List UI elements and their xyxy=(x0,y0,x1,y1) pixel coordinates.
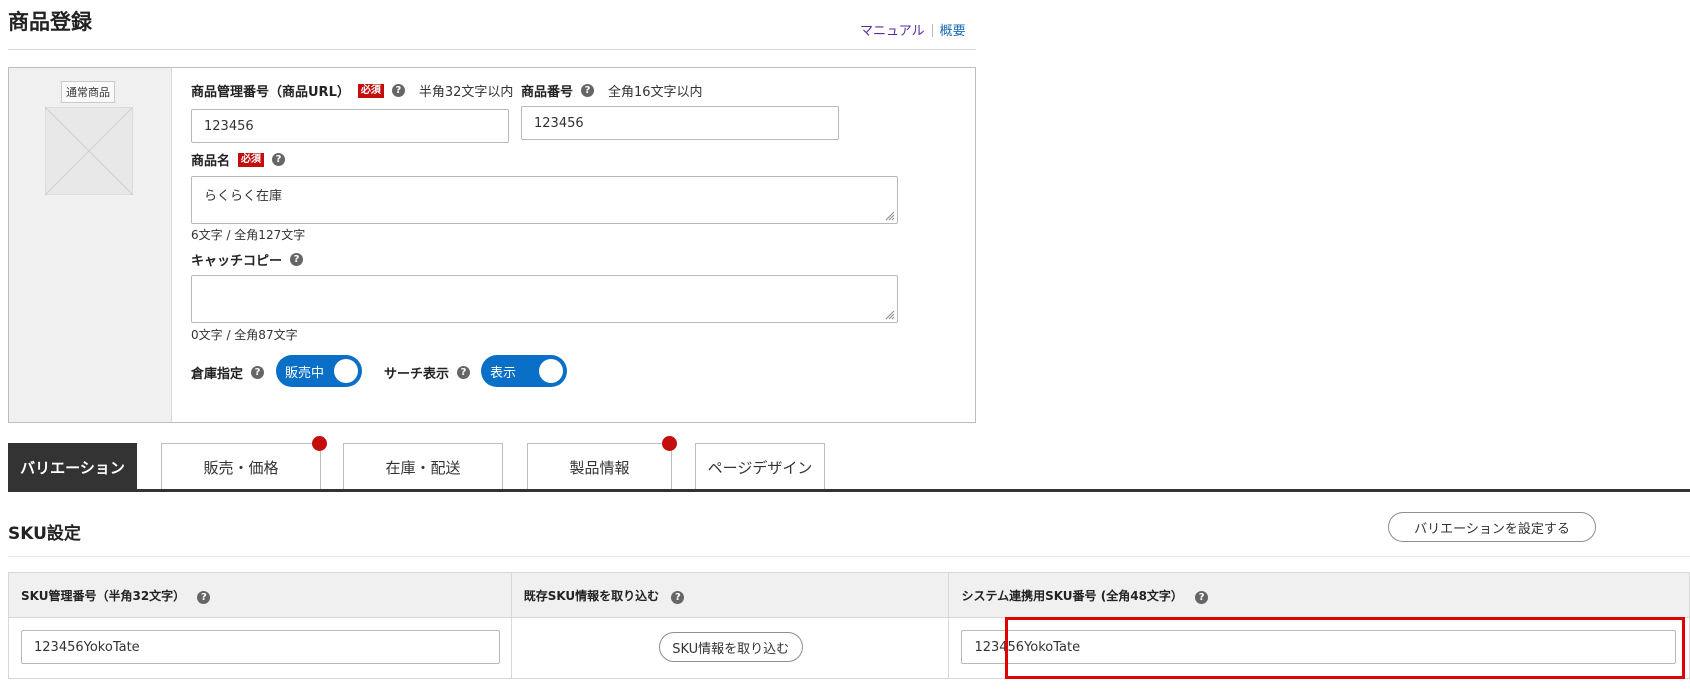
help-icon[interactable]: ? xyxy=(272,153,286,166)
tab-label: 在庫・配送 xyxy=(385,459,461,477)
mgmt-number-label-row: 商品管理番号（商品URL） 必須 ? 半角32文字以内 xyxy=(191,81,513,100)
help-icon[interactable]: ? xyxy=(1195,590,1209,604)
highlight-box xyxy=(1005,617,1685,679)
tabs-divider xyxy=(8,489,1690,492)
sku-divider xyxy=(8,556,1690,557)
toggle-knob xyxy=(334,359,358,383)
required-badge: 必須 xyxy=(238,152,265,167)
catch-copy-label-row: キャッチコピー ? xyxy=(191,250,304,269)
help-icon[interactable]: ? xyxy=(290,253,304,266)
help-icon[interactable]: ? xyxy=(671,590,685,604)
warehouse-label-row: 倉庫指定 ? xyxy=(191,363,265,382)
toggle-knob xyxy=(539,359,563,383)
resize-grip-icon[interactable] xyxy=(885,310,895,320)
tab-label: 製品情報 xyxy=(569,459,630,477)
table-cell: 123456YokoTate xyxy=(8,617,512,679)
help-icon[interactable]: ? xyxy=(251,366,265,379)
product-name-textarea[interactable]: らくらく在庫 xyxy=(191,176,898,224)
link-separator xyxy=(931,24,933,37)
search-display-toggle[interactable]: 表示 xyxy=(481,355,567,387)
product-name-value: らくらく在庫 xyxy=(204,189,283,204)
catch-copy-counter: 0文字 / 全角87文字 xyxy=(191,328,298,342)
title-divider xyxy=(8,49,976,50)
sku-section-title: SKU設定 xyxy=(8,524,81,544)
product-name-label: 商品名 xyxy=(191,154,231,169)
page-title: 商品登録 xyxy=(8,10,92,34)
resize-grip-icon[interactable] xyxy=(885,211,895,221)
image-placeholder-icon[interactable] xyxy=(45,107,133,195)
tab-page-design[interactable]: ページデザイン xyxy=(695,443,825,491)
tab-variation[interactable]: バリエーション xyxy=(8,443,137,491)
warehouse-toggle-label: 販売中 xyxy=(285,365,325,381)
table-header-row: SKU管理番号（半角32文字） ? 既存SKU情報を取り込む ? システム連携用… xyxy=(8,572,1690,618)
column-header: システム連携用SKU番号 (全角48文字） ? xyxy=(948,572,1690,618)
item-number-input[interactable]: 123456 xyxy=(521,106,839,140)
tab-product-info[interactable]: 製品情報 xyxy=(527,443,672,491)
product-name-counter: 6文字 / 全角127文字 xyxy=(191,228,306,242)
overview-link[interactable]: 概要 xyxy=(940,24,966,39)
set-variation-button[interactable]: バリエーションを設定する xyxy=(1388,512,1596,542)
item-number-label: 商品番号 xyxy=(521,85,574,100)
item-number-value: 123456 xyxy=(534,115,584,131)
item-number-label-row: 商品番号 ? 全角16文字以内 xyxy=(521,81,703,100)
tab-label: 販売・価格 xyxy=(203,459,279,477)
warehouse-label: 倉庫指定 xyxy=(191,367,244,382)
help-icon[interactable]: ? xyxy=(197,590,211,604)
import-sku-button[interactable]: SKU情報を取り込む xyxy=(658,632,803,662)
tab-label: バリエーション xyxy=(20,459,125,477)
catch-copy-textarea[interactable] xyxy=(191,275,898,323)
tab-sales-price[interactable]: 販売・価格 xyxy=(161,443,321,491)
catch-copy-label: キャッチコピー xyxy=(191,254,283,269)
product-info-panel: 通常商品 商品管理番号（商品URL） 必須 ? 半角32文字以内 123456 … xyxy=(8,67,976,423)
mgmt-number-note: 半角32文字以内 xyxy=(418,85,514,100)
table-cell: SKU情報を取り込む xyxy=(510,617,950,679)
warehouse-toggle[interactable]: 販売中 xyxy=(276,355,362,387)
tab-stock-shipping[interactable]: 在庫・配送 xyxy=(343,443,503,491)
column-header: SKU管理番号（半角32文字） ? xyxy=(8,572,512,618)
tab-label: ページデザイン xyxy=(707,459,813,477)
search-display-label-row: サーチ表示 ? xyxy=(384,363,471,382)
help-icon[interactable]: ? xyxy=(581,84,595,97)
mgmt-number-input[interactable]: 123456 xyxy=(191,109,509,143)
mgmt-number-label: 商品管理番号（商品URL） xyxy=(191,85,350,100)
alert-dot-icon xyxy=(312,436,327,451)
thumbnail-column: 通常商品 xyxy=(9,68,172,422)
product-type-badge: 通常商品 xyxy=(61,81,115,103)
mgmt-number-value: 123456 xyxy=(204,118,254,134)
help-icon[interactable]: ? xyxy=(457,366,471,379)
sku-mgmt-number-value: 123456YokoTate xyxy=(34,639,140,655)
help-icon[interactable]: ? xyxy=(391,84,405,97)
manual-link[interactable]: マニュアル xyxy=(860,24,925,39)
search-display-toggle-label: 表示 xyxy=(490,365,517,381)
alert-dot-icon xyxy=(662,436,677,451)
header-links: マニュアル 概要 xyxy=(860,20,966,39)
column-header: 既存SKU情報を取り込む ? xyxy=(510,572,950,618)
item-number-note: 全角16文字以内 xyxy=(608,85,703,100)
required-badge: 必須 xyxy=(357,83,384,98)
search-display-label: サーチ表示 xyxy=(384,367,450,382)
product-name-label-row: 商品名 必須 ? xyxy=(191,150,286,169)
sku-mgmt-number-input[interactable]: 123456YokoTate xyxy=(21,630,500,664)
